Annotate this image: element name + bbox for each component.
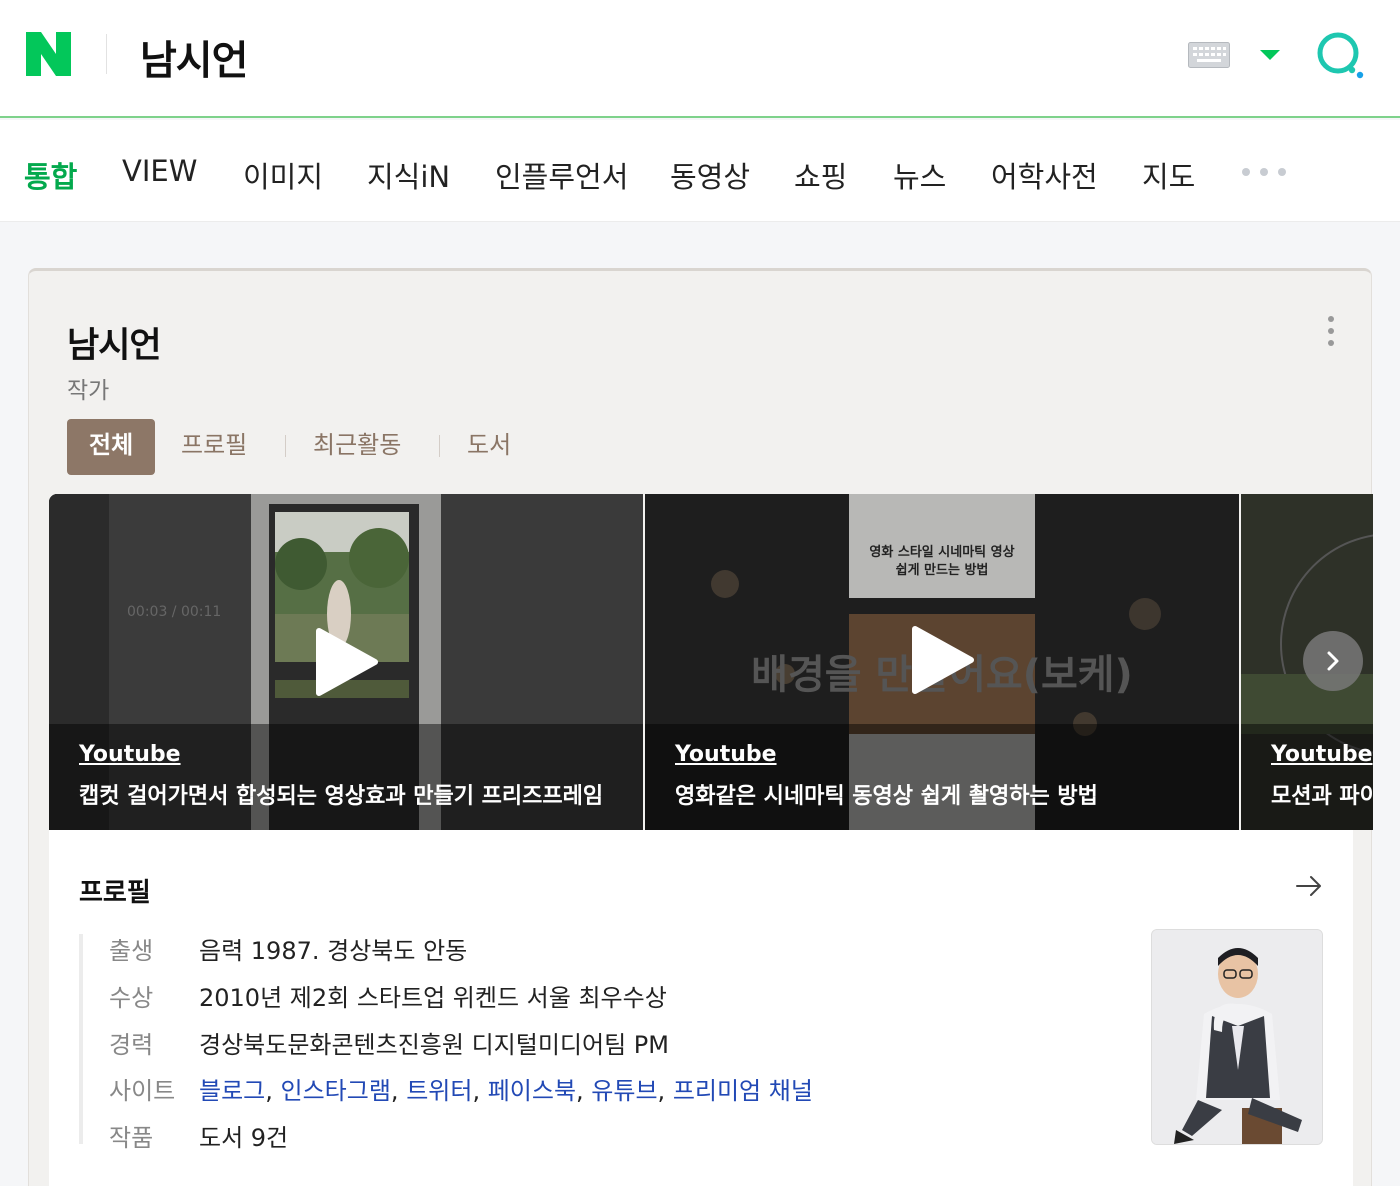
video-source[interactable]: Youtube bbox=[1271, 742, 1373, 767]
row-label: 작품 bbox=[109, 1124, 154, 1152]
works-link[interactable]: 도서 9건 bbox=[199, 1118, 288, 1153]
rows-accent-bar bbox=[79, 934, 83, 1144]
more-options-icon[interactable] bbox=[1319, 315, 1343, 347]
link-separator: , bbox=[657, 1077, 673, 1105]
naver-n-logo[interactable] bbox=[26, 32, 71, 76]
video-source[interactable]: Youtube bbox=[675, 742, 777, 767]
tab-map[interactable]: 지도 bbox=[1142, 154, 1195, 196]
play-icon bbox=[912, 626, 974, 694]
video-card[interactable]: 00:03 / 00:11 Youtube 캡컷 걸어가면서 합성되는 영상효과… bbox=[49, 494, 643, 830]
play-icon bbox=[316, 628, 378, 696]
carousel-next-button[interactable] bbox=[1303, 631, 1363, 691]
panel-subtitle: 작가 bbox=[67, 378, 110, 404]
link-separator: , bbox=[390, 1077, 407, 1105]
search-query[interactable]: 남시언 bbox=[140, 28, 248, 86]
keyboard-icon[interactable] bbox=[1188, 42, 1230, 68]
profile-heading[interactable]: 프로필 bbox=[79, 872, 151, 909]
tab-shopping[interactable]: 쇼핑 bbox=[794, 154, 847, 196]
site-link-facebook[interactable]: 페이스북 bbox=[488, 1077, 576, 1105]
row-value: 경상북도문화콘텐츠진흥원 디지털미디어팀 PM bbox=[199, 1031, 669, 1059]
row-label: 출생 bbox=[109, 937, 154, 965]
video-source[interactable]: Youtube bbox=[79, 742, 181, 767]
tab-images[interactable]: 이미지 bbox=[243, 154, 323, 196]
link-separator: , bbox=[265, 1077, 281, 1105]
video-card[interactable]: 영화 스타일 시네마틱 영상 쉽게 만드는 방법 배경을 만들어요(보케) Yo… bbox=[645, 494, 1239, 830]
search-icon[interactable] bbox=[1314, 30, 1368, 80]
panel-title: 남시언 bbox=[67, 326, 162, 366]
person-portrait-image bbox=[1152, 930, 1322, 1144]
tab-view[interactable]: VIEW bbox=[122, 154, 197, 188]
video-title[interactable]: 캡컷 걸어가면서 합성되는 영상효과 만들기 프리즈프레임 bbox=[79, 778, 603, 810]
site-link-youtube[interactable]: 유튜브 bbox=[591, 1077, 657, 1105]
header: 남시언 bbox=[0, 0, 1400, 118]
subtab-recent[interactable]: 최근활동 bbox=[313, 419, 401, 475]
profile-photo[interactable] bbox=[1151, 929, 1323, 1145]
subtab-books[interactable]: 도서 bbox=[467, 419, 511, 475]
video-title[interactable]: 영화같은 시네마틱 동영상 쉽게 촬영하는 방법 bbox=[675, 778, 1098, 810]
subtab-profile[interactable]: 프로필 bbox=[181, 419, 247, 475]
thumbnail-caption-line: 영화 스타일 시네마틱 영상 bbox=[869, 544, 1014, 560]
arrow-right-icon[interactable] bbox=[1295, 874, 1323, 898]
tab-dictionary[interactable]: 어학사전 bbox=[991, 154, 1098, 196]
row-label: 수상 bbox=[109, 984, 154, 1012]
row-value: 2010년 제2회 스타트업 위켄드 서울 최우수상 bbox=[199, 984, 667, 1012]
site-link-premium[interactable]: 프리미엄 채널 bbox=[673, 1077, 813, 1105]
video-timecode: 00:03 / 00:11 bbox=[127, 604, 221, 620]
row-value: 음력 1987. 경상북도 안동 bbox=[199, 937, 468, 965]
row-label: 경력 bbox=[109, 1031, 154, 1059]
more-tabs-icon[interactable] bbox=[1240, 160, 1290, 184]
video-title[interactable]: 모션과 파이 bbox=[1271, 778, 1373, 810]
profile-section: 프로필 출생 음력 1987. 경상북도 안동 수상 2010년 제2회 스타트… bbox=[49, 830, 1353, 1186]
link-separator: , bbox=[472, 1077, 488, 1105]
tab-kin[interactable]: 지식iN bbox=[367, 154, 450, 196]
site-link-blog[interactable]: 블로그 bbox=[199, 1077, 265, 1105]
chevron-right-icon bbox=[1327, 651, 1339, 671]
video-carousel: 00:03 / 00:11 Youtube 캡컷 걸어가면서 합성되는 영상효과… bbox=[49, 494, 1373, 830]
row-label: 사이트 bbox=[109, 1077, 176, 1105]
subtab-separator bbox=[285, 435, 286, 457]
tab-influencer[interactable]: 인플루언서 bbox=[495, 154, 628, 196]
thumbnail-caption-line: 쉽게 만드는 방법 bbox=[896, 562, 989, 578]
dropdown-caret-icon[interactable] bbox=[1258, 48, 1282, 62]
tab-news[interactable]: 뉴스 bbox=[893, 154, 946, 196]
tab-integrated[interactable]: 통합 bbox=[24, 154, 77, 196]
subtab-separator bbox=[439, 435, 440, 457]
logo-divider bbox=[106, 34, 107, 74]
search-tabs: 통합 VIEW 이미지 지식iN 인플루언서 동영상 쇼핑 뉴스 어학사전 지도 bbox=[0, 120, 1400, 222]
row-value: 블로그, 인스타그램, 트위터, 페이스북, 유튜브, 프리미엄 채널 bbox=[199, 1071, 813, 1106]
subtab-all[interactable]: 전체 bbox=[67, 419, 156, 475]
link-separator: , bbox=[576, 1077, 592, 1105]
knowledge-panel: 남시언 작가 전체 프로필 최근활동 도서 00:03 / 00:11 Yout… bbox=[28, 268, 1373, 1186]
site-link-twitter[interactable]: 트위터 bbox=[406, 1077, 472, 1105]
site-link-instagram[interactable]: 인스타그램 bbox=[281, 1077, 391, 1105]
tab-video[interactable]: 동영상 bbox=[670, 154, 750, 196]
